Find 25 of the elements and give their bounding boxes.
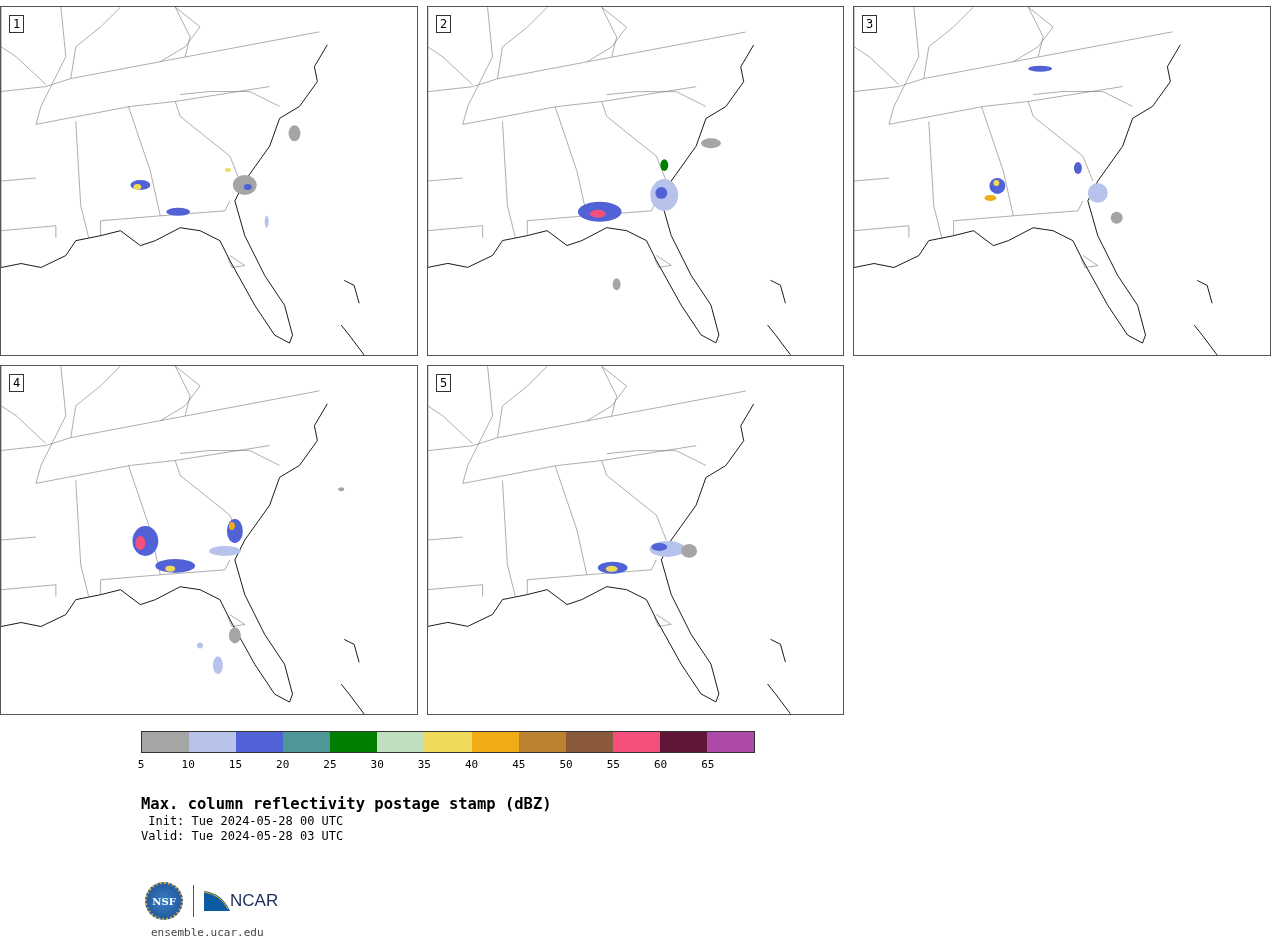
ncar-logo-text: NCAR	[230, 891, 279, 911]
colorbar-tick-label: 55	[606, 758, 620, 771]
colorbar-tick-label: 25	[323, 758, 337, 771]
colorbar-tick-label: 15	[228, 758, 243, 771]
panel-number: 2	[436, 15, 452, 33]
panel-number: 4	[9, 374, 25, 392]
valid-time: Valid: Tue 2024-05-28 03 UTC	[141, 829, 345, 844]
colorbar-tick-label: 50	[559, 758, 573, 771]
panel-number: 5	[436, 374, 452, 392]
nsf-logo: NSF	[145, 882, 183, 920]
colorbar-tick-label: 45	[512, 758, 526, 771]
colorbar-tick-label: 30	[370, 758, 384, 771]
panel-number: 1	[9, 15, 25, 33]
ncar-swoosh-icon	[204, 891, 230, 911]
colorbar-tick-label: 20	[276, 758, 290, 771]
colorbar-tick-label: 5	[137, 758, 145, 771]
site-url: ensemble.ucar.edu	[151, 926, 265, 936]
colorbar-tick-label: 65	[701, 758, 715, 771]
colorbar-tick-label: 10	[181, 758, 195, 771]
colorbar-tick-label: 35	[417, 758, 431, 771]
colorbar-tick-label: 60	[653, 758, 668, 771]
chart-title: Max. column reflectivity postage stamp (dBZ)	[141, 795, 553, 814]
panel-number: 3	[862, 15, 878, 33]
init-time: Init: Tue 2024-05-28 00 UTC	[147, 814, 345, 829]
colorbar-tick-label: 40	[465, 758, 479, 771]
